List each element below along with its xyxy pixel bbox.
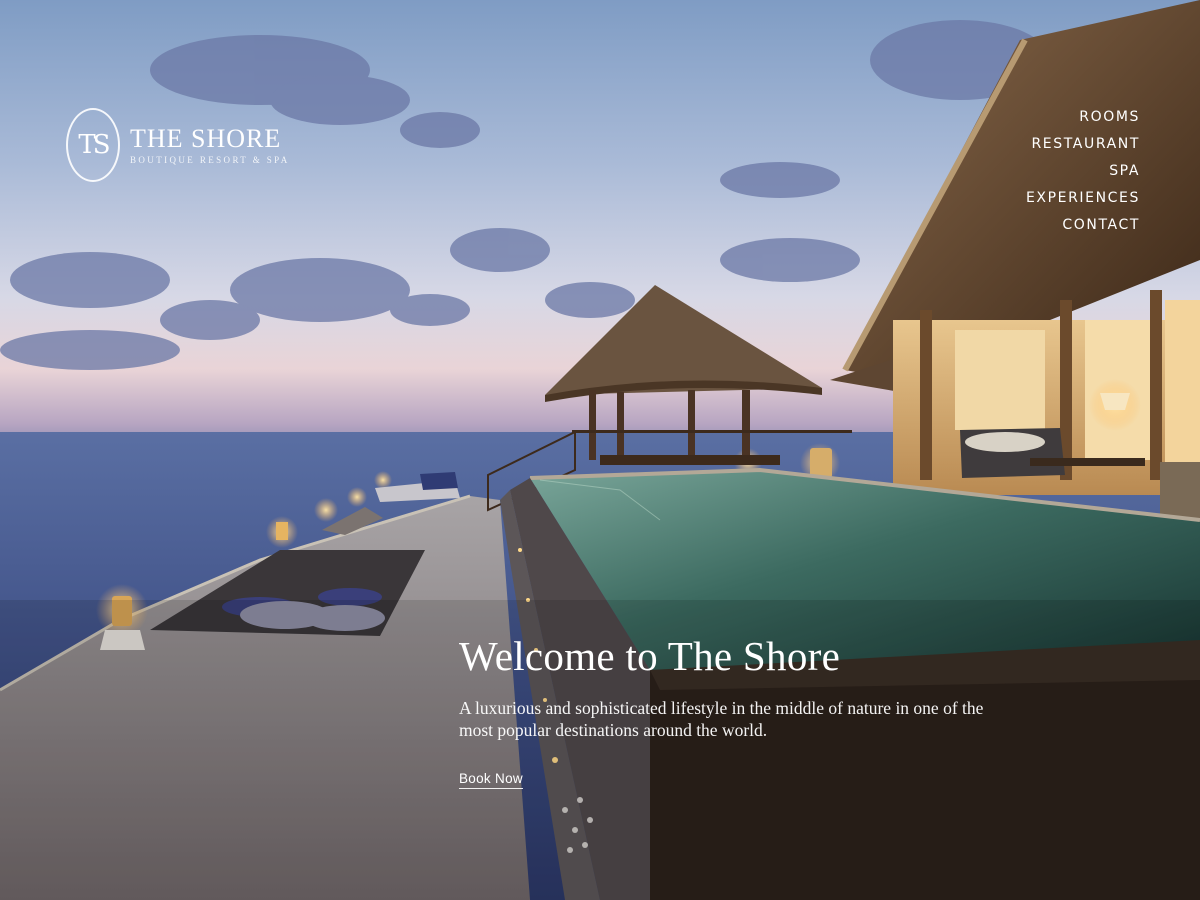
nav-item-contact[interactable]: CONTACT — [1062, 215, 1140, 236]
nav-item-spa[interactable]: SPA — [1109, 161, 1140, 182]
main-navigation: ROOMS RESTAURANT SPA EXPERIENCES CONTACT — [1026, 107, 1140, 236]
nav-item-experiences[interactable]: EXPERIENCES — [1026, 188, 1140, 209]
brand-logo[interactable]: TS THE SHORE BOUTIQUE RESORT & SPA — [66, 108, 290, 182]
monogram-icon: TS — [66, 108, 120, 182]
brand-tagline: BOUTIQUE RESORT & SPA — [130, 155, 290, 165]
nav-item-restaurant[interactable]: RESTAURANT — [1031, 134, 1140, 155]
nav-item-rooms[interactable]: ROOMS — [1079, 107, 1140, 128]
hero-title: Welcome to The Shore — [459, 633, 841, 679]
monogram-text: TS — [78, 130, 110, 160]
hero-description: A luxurious and sophisticated lifestyle … — [459, 698, 984, 740]
hero-content: Welcome to The Shore A luxurious and sop… — [459, 633, 999, 789]
book-now-button[interactable]: Book Now — [459, 771, 523, 789]
brand-text: THE SHORE BOUTIQUE RESORT & SPA — [130, 124, 290, 166]
brand-name: THE SHORE — [130, 124, 282, 153]
